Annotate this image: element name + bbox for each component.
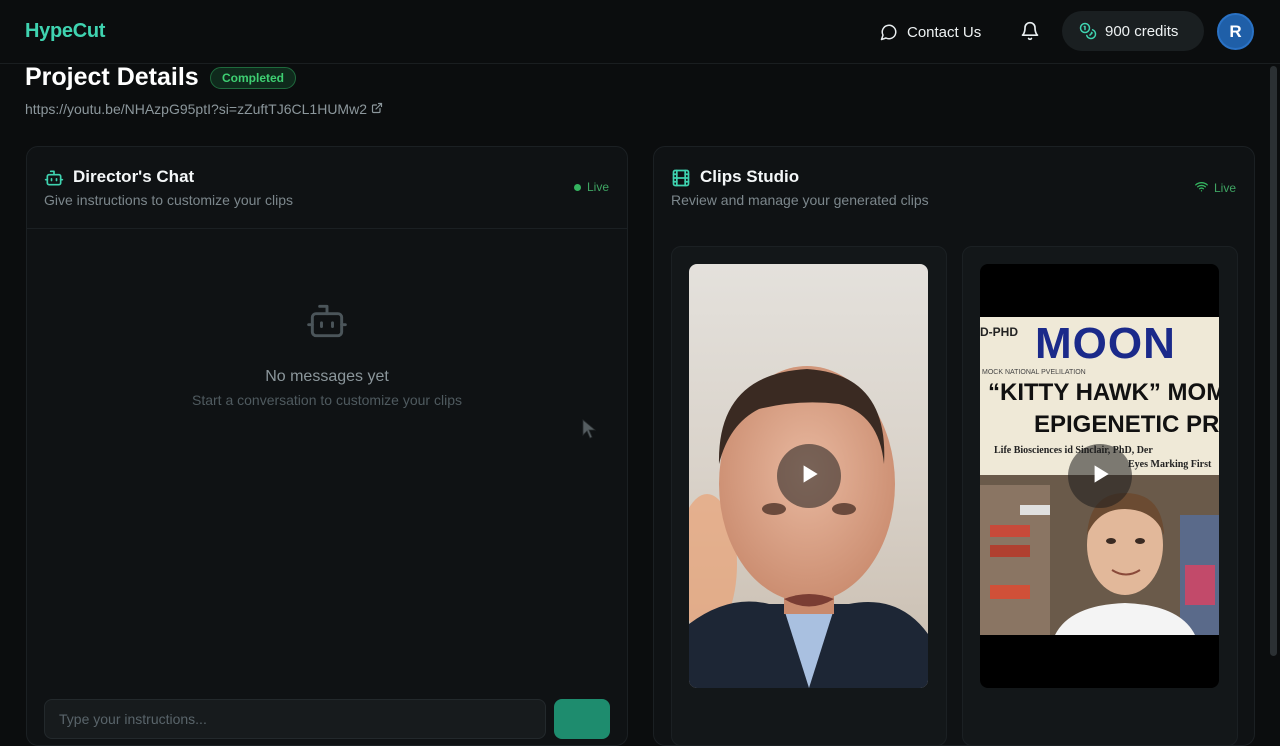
avatar[interactable]: R bbox=[1217, 13, 1254, 50]
page-title: Project Details bbox=[25, 63, 199, 91]
poster-headline-1: “KITTY HAWK” MOMEN bbox=[988, 379, 1219, 406]
chat-bubble-icon bbox=[880, 23, 898, 41]
poster-corner: D-PHD bbox=[980, 325, 1018, 339]
external-link-icon bbox=[371, 101, 383, 117]
studio-title: Clips Studio bbox=[700, 167, 800, 186]
play-button[interactable] bbox=[777, 444, 841, 508]
clips-studio-panel: Clips Studio Review and manage your gene… bbox=[653, 146, 1255, 746]
clip-card[interactable] bbox=[671, 246, 947, 746]
poster-byline-2: Eyes Marking First bbox=[1128, 459, 1212, 470]
play-button[interactable] bbox=[1068, 444, 1132, 508]
poster-masthead: MOON bbox=[1035, 319, 1176, 368]
poster-byline-1: Life Biosciences id Sinclair, PhD, Der bbox=[994, 445, 1153, 456]
bot-icon bbox=[303, 299, 351, 343]
top-bar: HypeCut Contact Us 900 credits R bbox=[0, 0, 1280, 64]
mouse-cursor-icon bbox=[582, 419, 598, 439]
clip-thumbnail[interactable]: D-PHD MOON MOCK NATIONAL PVELILATION “KI… bbox=[980, 264, 1219, 688]
studio-live-label: Live bbox=[1213, 181, 1236, 195]
notifications-button[interactable] bbox=[1020, 21, 1040, 41]
coins-icon bbox=[1079, 22, 1097, 40]
source-url: https://youtu.be/NHAzpG95ptI?si=zZuftTJ6… bbox=[25, 101, 367, 117]
send-button[interactable] bbox=[554, 699, 610, 739]
poster-headline-2: EPIGENETIC PRO bbox=[1034, 411, 1219, 438]
bot-icon bbox=[44, 168, 64, 188]
chat-input[interactable] bbox=[44, 699, 546, 739]
empty-state-subtitle: Start a conversation to customize your c… bbox=[191, 392, 462, 408]
chat-title: Director's Chat bbox=[73, 167, 195, 186]
credits-button[interactable]: 900 credits bbox=[1062, 11, 1204, 51]
film-icon bbox=[671, 168, 691, 188]
status-badge: Completed bbox=[210, 67, 297, 89]
contact-us-label: Contact Us bbox=[907, 23, 982, 41]
studio-subtitle: Review and manage your generated clips bbox=[671, 192, 929, 208]
chat-live-indicator: Live bbox=[573, 180, 609, 194]
scrollbar-thumb[interactable] bbox=[1270, 66, 1277, 656]
chat-subtitle: Give instructions to customize your clip… bbox=[44, 192, 293, 208]
wifi-icon bbox=[1195, 180, 1208, 196]
directors-chat-panel: Director's Chat Give instructions to cus… bbox=[26, 146, 628, 746]
empty-state-title: No messages yet bbox=[265, 368, 389, 385]
logo[interactable]: HypeCut bbox=[25, 20, 105, 43]
contact-us-button[interactable]: Contact Us bbox=[880, 20, 981, 44]
live-dot-icon bbox=[573, 183, 581, 191]
poster-kicker: MOCK NATIONAL PVELILATION bbox=[982, 369, 1086, 376]
play-icon bbox=[796, 461, 822, 492]
studio-live-indicator: Live bbox=[1195, 180, 1236, 196]
chat-live-label: Live bbox=[586, 180, 609, 194]
play-icon bbox=[1087, 461, 1113, 492]
page-scrollbar[interactable] bbox=[1270, 66, 1277, 720]
source-link[interactable]: https://youtu.be/NHAzpG95ptI?si=zZuftTJ6… bbox=[25, 101, 383, 117]
divider bbox=[27, 228, 627, 229]
clip-thumbnail[interactable] bbox=[689, 264, 928, 688]
bell-icon bbox=[1020, 21, 1040, 41]
credits-label: 900 credits bbox=[1105, 22, 1179, 40]
clip-card[interactable]: D-PHD MOON MOCK NATIONAL PVELILATION “KI… bbox=[962, 246, 1238, 746]
